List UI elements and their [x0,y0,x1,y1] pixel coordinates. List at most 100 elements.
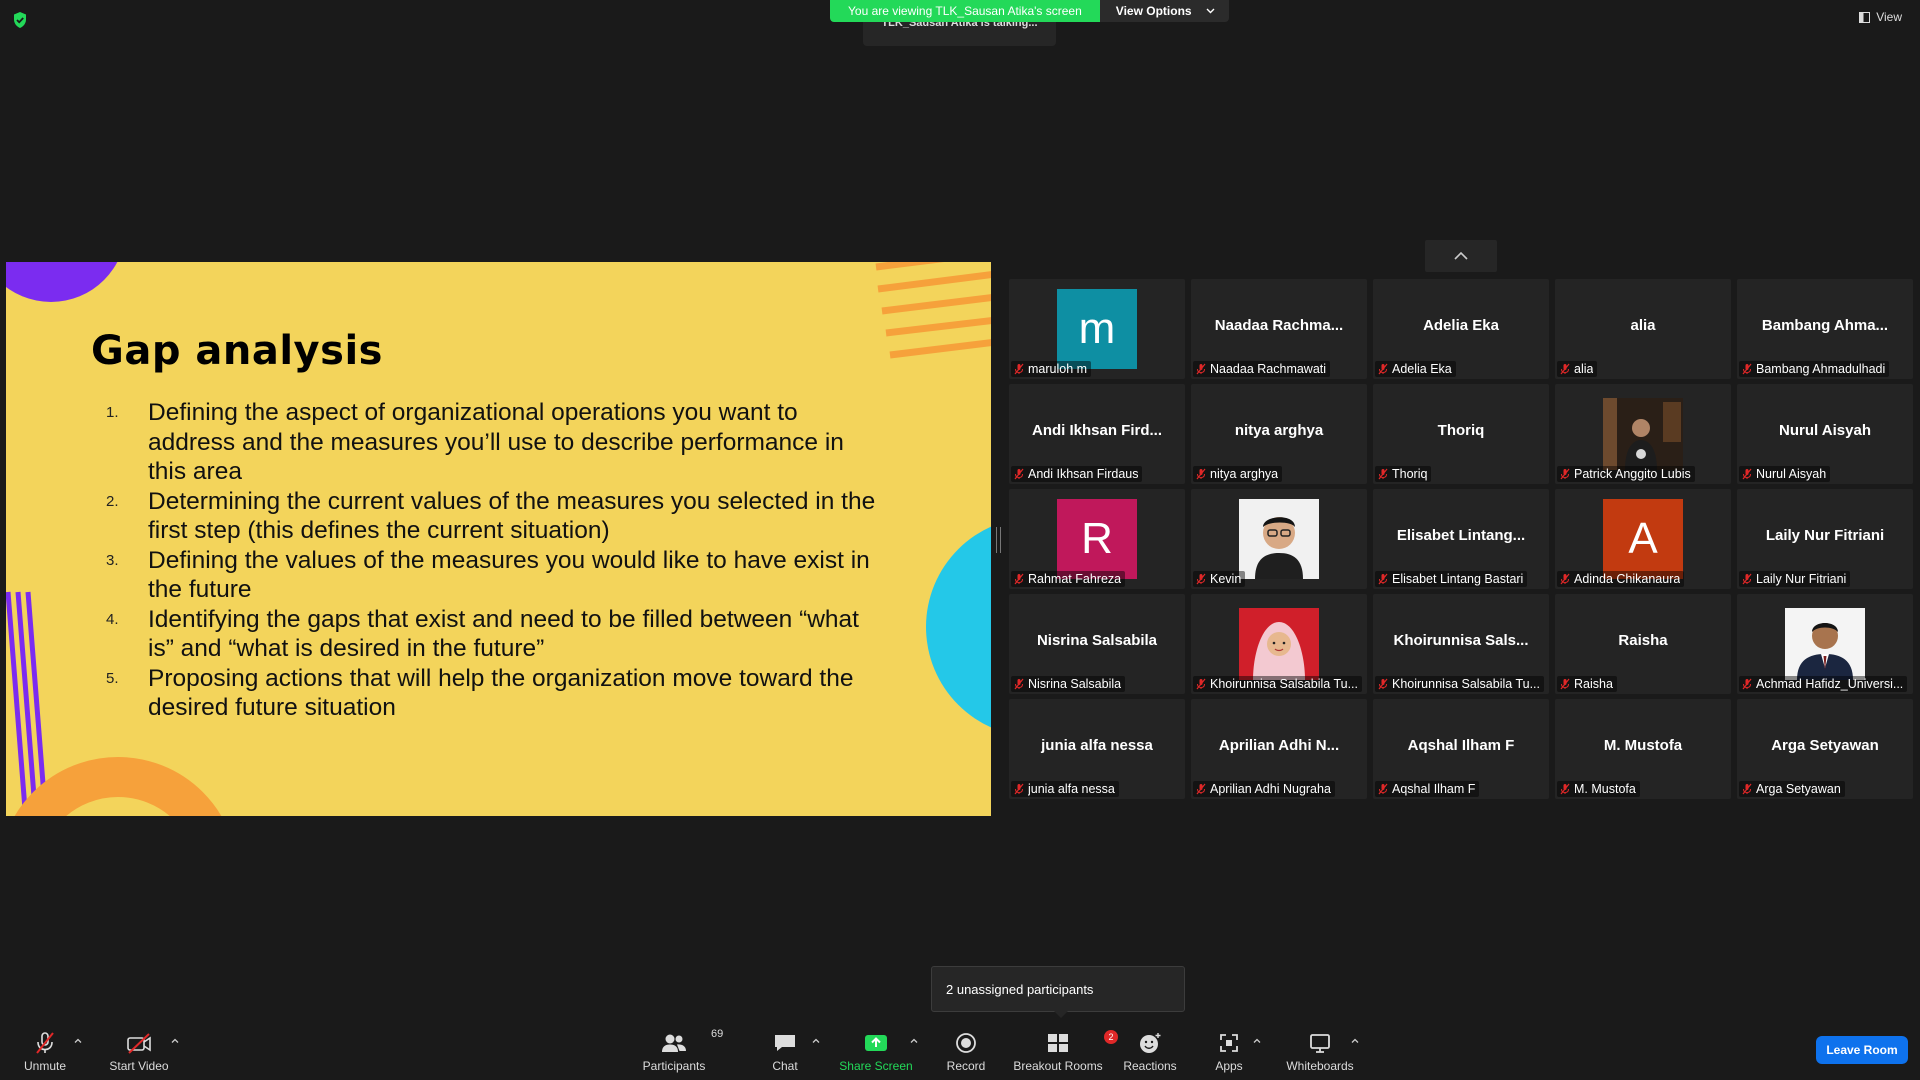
avatar-initial: R [1081,514,1113,563]
share-options-caret-icon[interactable] [909,1036,919,1046]
security-shield-icon[interactable] [10,10,30,30]
participant-name-tag: Aqshal Ilham F [1375,781,1480,797]
participant-tile[interactable]: alia alia [1555,279,1731,379]
participant-tile[interactable]: Aprilian Adhi N... Aprilian Adhi Nugraha [1191,699,1367,799]
record-icon [956,1033,976,1053]
whiteboards-button[interactable]: Whiteboards [1280,1030,1360,1078]
record-button[interactable]: Record [941,1030,991,1078]
share-screen-button[interactable]: Share Screen [838,1030,914,1078]
video-options-caret-icon[interactable] [170,1036,180,1046]
start-video-label: Start Video [109,1059,169,1073]
chat-label: Chat [772,1059,798,1073]
whiteboards-options-caret-icon[interactable] [1350,1036,1360,1046]
participant-tile[interactable]: Elisabet Lintang... Elisabet Lintang Bast… [1373,489,1549,589]
microphone-muted-icon [1742,468,1752,480]
reactions-label: Reactions [1123,1059,1177,1073]
microphone-muted-icon [1742,783,1752,795]
participant-tile[interactable]: nitya arghya nitya arghya [1191,384,1367,484]
leave-room-button[interactable]: Leave Room [1816,1036,1908,1064]
participant-tile[interactable]: M. Mustofa M. Mustofa [1555,699,1731,799]
participant-display-name: Adelia Eka [1423,317,1499,334]
microphone-muted-icon [1378,363,1388,375]
participant-tile[interactable]: Naadaa Rachma... Naadaa Rachmawati [1191,279,1367,379]
participant-tile[interactable]: Patrick Anggito Lubis [1555,384,1731,484]
microphone-muted-icon [1742,363,1752,375]
participant-tile[interactable]: Adelia Eka Adelia Eka [1373,279,1549,379]
participant-display-name: Aprilian Adhi N... [1218,737,1340,754]
chat-button[interactable]: Chat [760,1030,810,1078]
microphone-muted-icon [1742,678,1752,690]
participant-gallery: m maruloh m Naadaa Rachma... Naadaa Rachmaw… [1009,279,1913,799]
participant-name-tag: Arga Setyawan [1739,781,1845,797]
participant-display-name: Naadaa Rachma... [1214,317,1344,334]
view-options-label: View Options [1115,4,1192,18]
chat-options-caret-icon[interactable] [811,1036,821,1046]
participant-name-tag: Elisabet Lintang Bastari [1375,571,1528,587]
participant-photo [1603,394,1683,474]
participant-name-label: Khoirunnisa Salsabila Tu... [1210,677,1359,691]
microphone-muted-icon [1196,468,1206,480]
list-number: 5. [106,669,119,687]
view-options-button[interactable]: View Options [1099,0,1229,22]
participant-tile[interactable]: junia alfa nessa junia alfa nessa [1009,699,1185,799]
participant-tile[interactable]: Raisha Raisha [1555,594,1731,694]
participant-name-tag: Kevin [1193,571,1246,587]
participant-name-tag: Patrick Anggito Lubis [1557,466,1695,482]
participant-tile[interactable]: Arga Setyawan Arga Setyawan [1737,699,1913,799]
breakout-rooms-button[interactable]: 2 Breakout Rooms [1010,1030,1118,1078]
participant-tile[interactable]: Andi Ikhsan Fird... Andi Ikhsan Firdaus [1009,384,1185,484]
video-off-icon [127,1033,151,1054]
participant-tile[interactable]: Achmad Hafidz_Universi... [1737,594,1913,694]
resize-handle[interactable] [996,527,1001,553]
participant-name-tag: alia [1557,361,1598,377]
collapse-gallery-button[interactable] [1425,240,1497,272]
unmute-label: Unmute [23,1059,67,1073]
audio-options-caret-icon[interactable] [73,1036,83,1046]
participant-tile[interactable]: Khoirunnisa Salsabila Tu... [1191,594,1367,694]
start-video-button[interactable]: Start Video [104,1030,174,1078]
participant-name-tag: maruloh m [1011,361,1092,377]
list-text: Determining the current values of the me… [148,487,876,545]
avatar-initial: A [1628,514,1658,563]
participant-tile[interactable]: Nisrina Salsabila Nisrina Salsabila [1009,594,1185,694]
apps-button[interactable]: Apps [1204,1030,1254,1078]
list-text: Proposing actions that will help the org… [148,664,854,722]
participant-tile[interactable]: R Rahmat Fahreza [1009,489,1185,589]
participant-tile[interactable]: Nurul Aisyah Nurul Aisyah [1737,384,1913,484]
slide-list-item: 5. Proposing actions that will help the o… [98,664,888,723]
participant-display-name: Thoriq [1437,422,1485,439]
participant-name-label: Achmad Hafidz_Universi... [1756,677,1904,691]
participant-tile[interactable]: Aqshal Ilham F Aqshal Ilham F [1373,699,1549,799]
reactions-icon [1140,1033,1161,1053]
participant-tile[interactable]: m maruloh m [1009,279,1185,379]
microphone-muted-icon [1014,678,1024,690]
participants-label: Participants [642,1059,706,1073]
avatar: m [1057,289,1137,369]
participants-button[interactable]: 69 Participants [636,1028,724,1078]
reactions-button[interactable]: Reactions [1123,1030,1177,1078]
participant-tile[interactable]: Laily Nur Fitriani Laily Nur Fitriani [1737,489,1913,589]
participant-name-label: Nisrina Salsabila [1028,677,1122,691]
unmute-button[interactable]: Unmute [14,1030,76,1078]
microphone-muted-icon [1014,468,1024,480]
apps-label: Apps [1215,1059,1243,1073]
participants-icon [662,1034,686,1052]
participant-display-name: Andi Ikhsan Fird... [1031,422,1162,439]
participant-tile[interactable]: A Adinda Chikanaura [1555,489,1731,589]
participant-tile[interactable]: Khoirunnisa Sals... Khoirunnisa Salsabila… [1373,594,1549,694]
participant-display-name: junia alfa nessa [1041,737,1153,754]
participant-tile[interactable]: Thoriq Thoriq [1373,384,1549,484]
participant-name-label: Khoirunnisa Salsabila Tu... [1392,677,1541,691]
participant-name-tag: M. Mustofa [1557,781,1640,797]
breakout-badge: 2 [1104,1030,1118,1044]
apps-options-caret-icon[interactable] [1252,1036,1262,1046]
participant-name-label: Nurul Aisyah [1756,467,1827,481]
microphone-muted-icon [1196,783,1206,795]
microphone-muted-icon [1378,573,1388,585]
view-button[interactable]: View [1859,10,1902,24]
unassigned-participants-tooltip: 2 unassigned participants [931,966,1185,1018]
whiteboard-icon [1310,1034,1330,1053]
participant-display-name: Raisha [1618,632,1668,649]
participant-tile[interactable]: Kevin [1191,489,1367,589]
participant-tile[interactable]: Bambang Ahma... Bambang Ahmadulhadi [1737,279,1913,379]
